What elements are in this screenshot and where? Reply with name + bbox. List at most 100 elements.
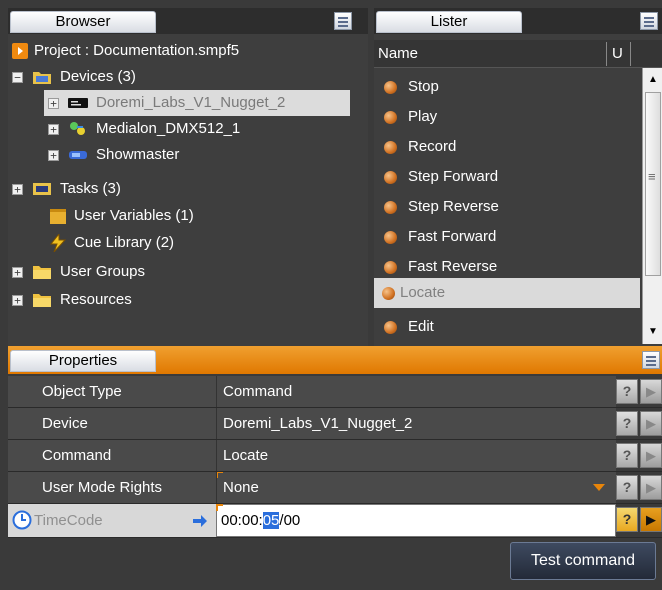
- column-divider[interactable]: [606, 42, 607, 66]
- column-u[interactable]: U: [612, 40, 623, 68]
- play-arrow-icon[interactable]: ▶: [640, 507, 662, 532]
- browser-tab[interactable]: Browser: [10, 11, 156, 33]
- list-item-label: Fast Forward: [408, 228, 497, 245]
- expand-icon[interactable]: +: [48, 150, 59, 161]
- tree-item-devices[interactable]: − Devices (3): [8, 64, 368, 90]
- tree-item-label: Resources: [60, 291, 132, 308]
- expand-icon[interactable]: +: [48, 98, 59, 109]
- command-icon: [384, 201, 397, 214]
- user-mode-rights-select[interactable]: None: [216, 472, 616, 503]
- tree-item-label: Cue Library (2): [74, 234, 175, 251]
- property-row-object-type: Object Type Command ? ▶: [8, 376, 662, 408]
- property-row-timecode: TimeCode 00:00:05/00 ? ▶: [8, 504, 662, 538]
- command-icon: [384, 111, 397, 124]
- list-item-stop[interactable]: Stop: [374, 72, 640, 102]
- tree-item-label: Tasks (3): [60, 180, 121, 197]
- lister-tab[interactable]: Lister: [376, 11, 522, 33]
- list-item-edit[interactable]: Edit: [374, 312, 640, 342]
- list-item-step-reverse[interactable]: Step Reverse: [374, 192, 640, 222]
- property-name: TimeCode: [34, 512, 103, 529]
- property-row-device: Device Doremi_Labs_V1_Nugget_2 ? ▶: [8, 408, 662, 440]
- scroll-down-icon[interactable]: ▼: [643, 322, 662, 342]
- tree-item-doremi[interactable]: + Doremi_Labs_V1_Nugget_2: [44, 90, 350, 116]
- corner-mark: [216, 504, 218, 511]
- panel-options-icon[interactable]: [640, 12, 658, 30]
- clock-icon: [12, 510, 32, 530]
- dropdown-arrow-icon[interactable]: [593, 484, 605, 491]
- help-button[interactable]: ?: [616, 379, 638, 404]
- timecode-input[interactable]: 00:00:05/00: [216, 504, 616, 537]
- property-name: Device: [8, 408, 216, 439]
- command-icon: [384, 171, 397, 184]
- property-value[interactable]: Doremi_Labs_V1_Nugget_2: [216, 408, 616, 439]
- tree-item-label: Showmaster: [96, 146, 180, 163]
- expand-arrow-icon[interactable]: ▶: [640, 379, 662, 404]
- list-item-locate[interactable]: Locate: [374, 278, 640, 308]
- tree-item-label: Doremi_Labs_V1_Nugget_2: [96, 94, 286, 111]
- scroll-up-icon[interactable]: ▲: [643, 70, 662, 90]
- list-item-play[interactable]: Play: [374, 102, 640, 132]
- tree-item-resources[interactable]: + Resources: [8, 287, 368, 313]
- list-item-record[interactable]: Record: [374, 132, 640, 162]
- devices-folder-icon: [33, 72, 51, 84]
- column-name[interactable]: Name: [378, 40, 418, 68]
- device-icon: [68, 98, 88, 108]
- tree-item-cue-library[interactable]: Cue Library (2): [8, 230, 368, 256]
- list-item-label: Step Forward: [408, 168, 499, 185]
- command-icon: [382, 287, 395, 300]
- property-name-timecode: TimeCode: [8, 504, 216, 537]
- command-icon: [384, 141, 397, 154]
- tree-item-tasks[interactable]: + Tasks (3): [8, 176, 368, 202]
- list-item-label: Locate: [400, 284, 446, 301]
- timecode-selected: 05: [262, 512, 280, 529]
- help-button[interactable]: ?: [616, 475, 638, 500]
- folder-icon: [33, 266, 51, 279]
- arrow-right-icon: [193, 515, 207, 527]
- help-button[interactable]: ?: [616, 443, 638, 468]
- expand-icon[interactable]: +: [12, 267, 23, 278]
- scroll-thumb[interactable]: ≡: [645, 92, 661, 276]
- tree-item-label: Devices (3): [60, 68, 136, 85]
- property-row-command: Command Locate ? ▶: [8, 440, 662, 472]
- tree-item-user-groups[interactable]: + User Groups: [8, 259, 368, 285]
- properties-header: Properties: [8, 346, 662, 374]
- project-icon: [12, 43, 28, 59]
- list-item-fast-forward[interactable]: Fast Forward: [374, 222, 640, 252]
- help-button[interactable]: ?: [616, 507, 638, 532]
- timecode-text: 00:00:: [221, 512, 263, 529]
- test-command-button[interactable]: Test command: [510, 542, 656, 580]
- cue-library-icon: [49, 234, 67, 252]
- tree-project-root[interactable]: Project : Documentation.smpf5: [8, 38, 368, 64]
- expand-arrow-icon[interactable]: ▶: [640, 411, 662, 436]
- expand-arrow-icon[interactable]: ▶: [640, 475, 662, 500]
- property-name: User Mode Rights: [8, 472, 216, 503]
- tree-item-label: User Groups: [60, 263, 146, 280]
- corner-mark: [217, 472, 218, 478]
- property-value[interactable]: Locate: [216, 440, 616, 471]
- expand-icon[interactable]: +: [12, 295, 23, 306]
- user-variables-icon: [50, 209, 66, 224]
- lister-scrollbar[interactable]: ▲ ≡ ▼: [642, 68, 662, 344]
- panel-options-icon[interactable]: [642, 351, 660, 369]
- property-name: Object Type: [8, 376, 216, 407]
- list-item-label: Play: [408, 108, 438, 125]
- dmx-device-icon: [70, 122, 85, 135]
- tree-item-showmaster[interactable]: + Showmaster: [44, 142, 350, 168]
- property-name: Command: [8, 440, 216, 471]
- command-icon: [384, 81, 397, 94]
- expand-arrow-icon[interactable]: ▶: [640, 443, 662, 468]
- panel-options-icon[interactable]: [334, 12, 352, 30]
- expand-icon[interactable]: +: [12, 184, 23, 195]
- list-item-label: Record: [408, 138, 457, 155]
- timecode-text: /00: [279, 512, 301, 529]
- tree-item-user-variables[interactable]: User Variables (1): [8, 203, 368, 229]
- properties-tab[interactable]: Properties: [10, 350, 156, 372]
- property-row-user-mode-rights: User Mode Rights None ? ▶: [8, 472, 662, 504]
- collapse-icon[interactable]: −: [12, 72, 23, 83]
- command-icon: [384, 231, 397, 244]
- column-divider[interactable]: [630, 42, 631, 66]
- tree-item-medialon[interactable]: + Medialon_DMX512_1: [44, 116, 350, 142]
- expand-icon[interactable]: +: [48, 124, 59, 135]
- list-item-step-forward[interactable]: Step Forward: [374, 162, 640, 192]
- help-button[interactable]: ?: [616, 411, 638, 436]
